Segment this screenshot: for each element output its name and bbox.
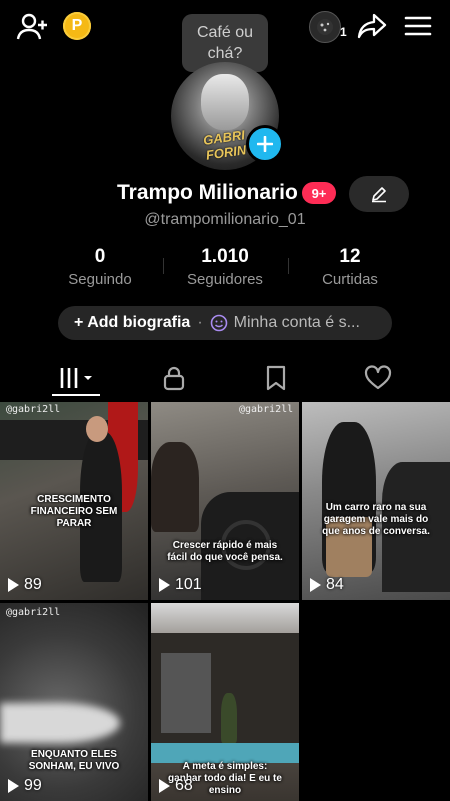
video-caption: Crescer rápido é mais fácil do que você …	[167, 540, 283, 563]
video-thumbnail[interactable]: @gabri2ll ENQUANTO ELES SONHAM, EU VIVO …	[0, 603, 148, 801]
person-figure	[151, 442, 199, 532]
stat-divider	[288, 258, 289, 274]
pool	[151, 743, 299, 763]
video-thumbnail[interactable]: Um carro raro na sua garagem vale mais d…	[302, 402, 450, 600]
videos-grid-icon	[60, 368, 92, 388]
video-thumbnail[interactable]: @gabri2ll Crescer rápido é mais fácil do…	[151, 402, 299, 600]
stat-followers-label: Seguidores	[187, 271, 263, 288]
stat-followers-value: 1.010	[201, 246, 249, 267]
tab-private[interactable]	[154, 362, 194, 394]
video-caption: ENQUANTO ELES SONHAM, EU VIVO	[28, 749, 120, 772]
active-tab-indicator	[52, 394, 100, 396]
live-count: 1	[340, 25, 347, 39]
view-count-value: 101	[175, 576, 202, 593]
view-count: 84	[310, 576, 344, 594]
video-tag: @gabri2ll	[6, 404, 61, 415]
view-count: 89	[8, 576, 42, 594]
view-count: 68	[159, 777, 193, 795]
bookmark-icon	[266, 365, 286, 391]
plus-icon	[257, 136, 273, 152]
view-count-value: 99	[24, 777, 42, 794]
add-story-button[interactable]	[246, 125, 284, 163]
tab-videos[interactable]	[52, 362, 100, 394]
person-add-icon[interactable]	[16, 12, 48, 42]
play-icon	[310, 578, 321, 592]
edit-profile-button[interactable]	[349, 176, 409, 212]
view-count-value: 89	[24, 576, 42, 593]
video-tag: @gabri2ll	[239, 404, 294, 415]
stat-likes[interactable]: 12 Curtidas	[300, 246, 400, 288]
profile-name: Trampo Milionario	[117, 181, 298, 204]
top-bar: P Café ou chá? 1	[0, 0, 450, 72]
tab-saved[interactable]	[256, 362, 296, 394]
lock-icon	[163, 366, 185, 391]
view-count-value: 68	[175, 777, 193, 794]
house-window	[161, 653, 211, 733]
add-bio-label: + Add biografia	[74, 314, 191, 331]
stat-likes-value: 12	[339, 246, 361, 267]
stat-following-value: 0	[94, 246, 106, 267]
stat-followers[interactable]: 1.010 Seguidores	[165, 246, 285, 288]
play-icon	[159, 578, 170, 592]
view-count-value: 84	[326, 576, 344, 593]
video-thumbnail[interactable]: A meta é simples: ganhar todo dia! E eu …	[151, 603, 299, 801]
play-icon	[159, 779, 170, 793]
play-icon	[8, 578, 19, 592]
smiley-icon	[210, 314, 227, 332]
account-type-label: Minha conta é s...	[233, 314, 360, 331]
profile-tabs	[0, 358, 450, 398]
person-figure	[221, 693, 237, 743]
hamburger-menu-icon[interactable]	[402, 12, 434, 40]
notification-badge[interactable]: 9+	[302, 182, 336, 204]
video-thumbnail[interactable]: @gabri2ll CRESCIMENTO FINANCEIRO SEM PAR…	[0, 402, 148, 600]
coin-label: P	[71, 17, 83, 34]
profile-handle: @trampomilionario_01	[144, 211, 306, 228]
video-tag: @gabri2ll	[6, 607, 61, 618]
view-count: 99	[8, 777, 42, 795]
play-icon	[8, 779, 19, 793]
profile-stats: 0 Seguindo 1.010 Seguidores 12 Curtidas	[0, 246, 450, 290]
blurred-hand	[0, 703, 120, 743]
view-count: 101	[159, 576, 202, 594]
person-head	[86, 416, 108, 442]
coin-icon[interactable]: P	[63, 12, 91, 40]
stat-following-label: Seguindo	[68, 271, 132, 288]
video-caption: Um carro raro na sua garagem vale mais d…	[322, 502, 430, 537]
heart-icon	[364, 365, 392, 390]
bio-separator: ·	[197, 314, 203, 331]
live-avatar-icon[interactable]	[309, 11, 341, 43]
share-arrow-icon[interactable]	[356, 11, 388, 41]
video-caption: CRESCIMENTO FINANCEIRO SEM PARAR	[30, 494, 118, 529]
add-bio-button[interactable]: + Add biografia · Minha conta é s...	[58, 306, 392, 340]
pencil-icon	[372, 187, 386, 203]
note-bubble-text: Café ou chá?	[196, 24, 254, 62]
stat-divider	[163, 258, 164, 274]
avatar-face	[201, 74, 249, 130]
stat-following[interactable]: 0 Seguindo	[50, 246, 150, 288]
tab-liked[interactable]	[358, 362, 398, 394]
stat-likes-label: Curtidas	[322, 271, 378, 288]
